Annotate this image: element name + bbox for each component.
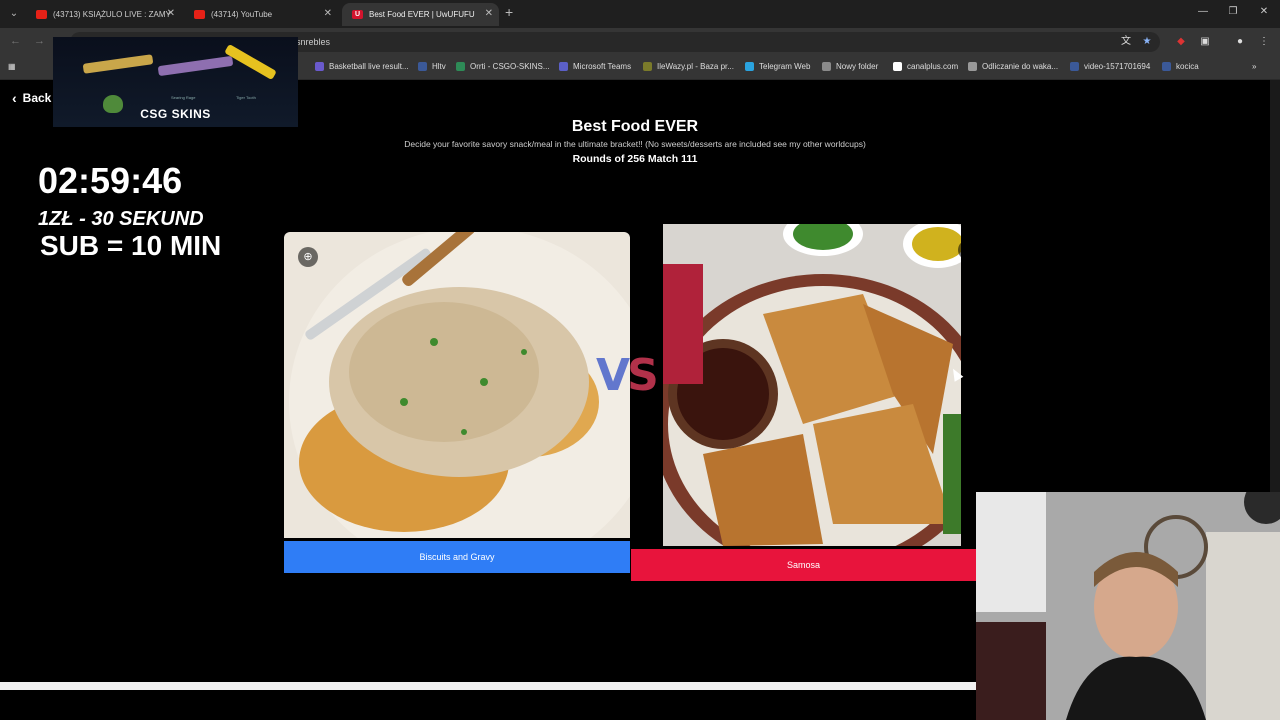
subathon-timer: 02:59:46 (38, 160, 183, 201)
right-choice-image[interactable]: ⊕ (663, 224, 961, 546)
bookmark-item[interactable]: kocica (1162, 62, 1199, 71)
bookmark-item[interactable]: Nowy folder (822, 62, 878, 71)
profile-icon[interactable]: ● (1234, 36, 1246, 48)
browser-tab-strip: ⌄ (43713) KSIĄŻULO LIVE : ZAMY ✕ (43714)… (0, 0, 1280, 28)
bookmark-item[interactable]: IleWazy.pl - Baza pr... (643, 62, 734, 71)
bookmark-item[interactable]: Telegram Web (745, 62, 810, 71)
webcam-overlay (976, 492, 1280, 720)
bookmark-item[interactable]: Odliczanie do waka... (968, 62, 1058, 71)
right-choice-label: Samosa (786, 560, 821, 570)
uwufufu-icon: U (352, 10, 363, 19)
bookmark-item[interactable]: Microsoft Teams (559, 62, 631, 71)
bookmark-item[interactable]: Hltv (418, 62, 446, 71)
choose-right-button[interactable]: Samosa (631, 549, 976, 581)
biscuits-and-gravy-image (289, 232, 630, 538)
samosa-image (663, 224, 961, 546)
horizontal-scrollbar[interactable] (0, 682, 976, 690)
tab-search-icon[interactable]: ⌄ (6, 6, 22, 22)
versus-s: S (627, 350, 659, 401)
address-text: snrebles (296, 37, 331, 47)
rifle-skin-image (82, 54, 154, 74)
bookmark-icon (559, 62, 568, 71)
bookmark-icon (1162, 62, 1171, 71)
browser-tab-3[interactable]: U Best Food EVER | UwUFUFU ✕ (342, 3, 499, 26)
banner-caption: Searing Rage (171, 95, 196, 100)
folder-icon (822, 62, 831, 71)
banner-caption: Tiger Tooth (236, 95, 256, 100)
rifle-skin-image (157, 55, 234, 77)
star-icon[interactable]: ★ (1141, 36, 1153, 48)
tab-title: Best Food EVER | UwUFUFU (369, 10, 475, 19)
bookmark-item[interactable]: video-1571701694 (1070, 62, 1150, 71)
left-choice-label: Biscuits and Gravy (419, 552, 495, 562)
browser-tab-2[interactable]: (43714) YouTube ✕ (184, 3, 338, 26)
restore-icon[interactable]: ❐ (1226, 6, 1240, 17)
minimize-icon[interactable]: — (1196, 6, 1210, 17)
bookmark-icon (418, 62, 427, 71)
bookmark-icon (456, 62, 465, 71)
bookmark-item[interactable]: Basketball live result... (315, 62, 409, 71)
bookmark-icon (893, 62, 902, 71)
versus-label: VS (596, 350, 659, 401)
forward-arrow-icon[interactable]: → (34, 35, 45, 47)
bookmark-icon (745, 62, 754, 71)
bookmark-item[interactable]: Orrti - CSGO-SKINS... (456, 62, 550, 71)
bookmark-icon (315, 62, 324, 71)
stream-sponsor-banner: Searing Rage Tiger Tooth CSG SKINS (53, 37, 298, 127)
browser-tab-1[interactable]: (43713) KSIĄŻULO LIVE : ZAMY ✕ (26, 3, 181, 26)
zoom-in-icon[interactable]: ⊕ (298, 247, 318, 267)
vertical-scrollbar[interactable] (1270, 80, 1280, 492)
close-tab-icon[interactable]: ✕ (167, 8, 175, 19)
bookmark-item[interactable]: canalplus.com (893, 62, 958, 71)
youtube-icon (36, 10, 47, 19)
screen: ⌄ (43713) KSIĄŻULO LIVE : ZAMY ✕ (43714)… (0, 0, 1280, 720)
close-window-icon[interactable]: ✕ (1257, 6, 1271, 17)
kebab-menu-icon[interactable]: ⋮ (1258, 36, 1270, 48)
close-tab-icon[interactable]: ✕ (324, 8, 332, 19)
bookmark-icon (643, 62, 652, 71)
donation-rate-text: 1ZŁ - 30 SEKUND (38, 208, 204, 230)
page-title: Best Food EVER (571, 118, 699, 135)
tab-title: (43714) YouTube (211, 10, 273, 19)
new-tab-icon[interactable]: + (505, 4, 513, 20)
extension-icon[interactable]: ◆ (1175, 36, 1187, 48)
youtube-icon (194, 10, 205, 19)
left-choice-image[interactable]: ⊕ (284, 232, 630, 538)
choose-left-button[interactable]: Biscuits and Gravy (284, 541, 630, 573)
puzzle-icon[interactable]: ▣ (1199, 36, 1211, 48)
close-tab-icon[interactable]: ✕ (485, 8, 493, 19)
bookmark-icon (1070, 62, 1079, 71)
sub-rate-text: SUB = 10 MIN (40, 230, 222, 261)
versus-v: V (596, 350, 630, 401)
streamer-webcam-image (976, 492, 1280, 720)
apps-icon[interactable]: ▦ (8, 62, 16, 71)
back-arrow-icon[interactable]: ← (10, 35, 21, 47)
tab-title: (43713) KSIĄŻULO LIVE : ZAMY (53, 10, 171, 19)
chevron-left-icon: ‹ (12, 90, 17, 106)
round-indicator: Rounds of 256 Match 111 (572, 153, 698, 165)
back-label: Back (22, 91, 52, 105)
translate-icon[interactable]: 文 (1120, 36, 1132, 48)
back-button[interactable]: ‹ Back (12, 90, 51, 106)
page-description: Decide your favorite savory snack/meal i… (404, 139, 866, 149)
bookmark-icon (968, 62, 977, 71)
more-bookmarks-icon[interactable]: » (1252, 62, 1256, 71)
